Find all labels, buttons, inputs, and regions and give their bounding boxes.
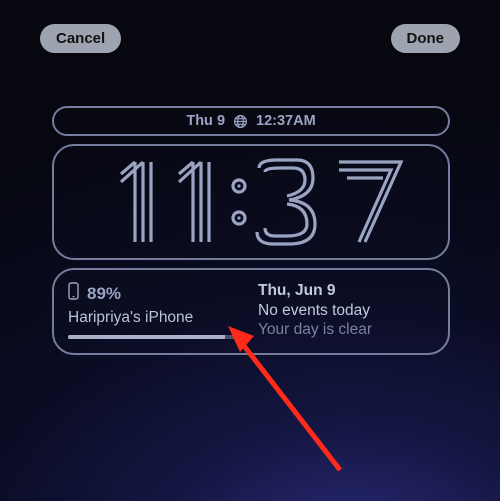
battery-bar-fill — [68, 335, 225, 339]
clock-time — [81, 152, 421, 252]
battery-device-name: Haripriya's iPhone — [68, 309, 244, 327]
cancel-button[interactable]: Cancel — [40, 24, 121, 53]
globe-icon — [233, 114, 248, 129]
calendar-date: Thu, Jun 9 — [258, 282, 434, 300]
done-button[interactable]: Done — [391, 24, 461, 53]
lockscreen-editor: Thu 9 12:37AM — [52, 106, 450, 355]
top-bar: Cancel Done — [0, 24, 500, 53]
calendar-events: No events today — [258, 302, 434, 320]
date-text-right: 12:37AM — [256, 113, 316, 129]
calendar-widget[interactable]: Thu, Jun 9 No events today Your day is c… — [258, 282, 434, 339]
battery-percent: 89% — [87, 284, 121, 304]
iphone-icon — [68, 282, 79, 305]
battery-bar — [68, 335, 244, 339]
battery-widget[interactable]: 89% Haripriya's iPhone — [68, 282, 244, 339]
widgets-slot[interactable]: 89% Haripriya's iPhone Thu, Jun 9 No eve… — [52, 268, 450, 355]
date-widget-slot[interactable]: Thu 9 12:37AM — [52, 106, 450, 136]
calendar-subtext: Your day is clear — [258, 321, 434, 339]
date-text-left: Thu 9 — [186, 113, 225, 129]
clock-slot[interactable] — [52, 144, 450, 260]
